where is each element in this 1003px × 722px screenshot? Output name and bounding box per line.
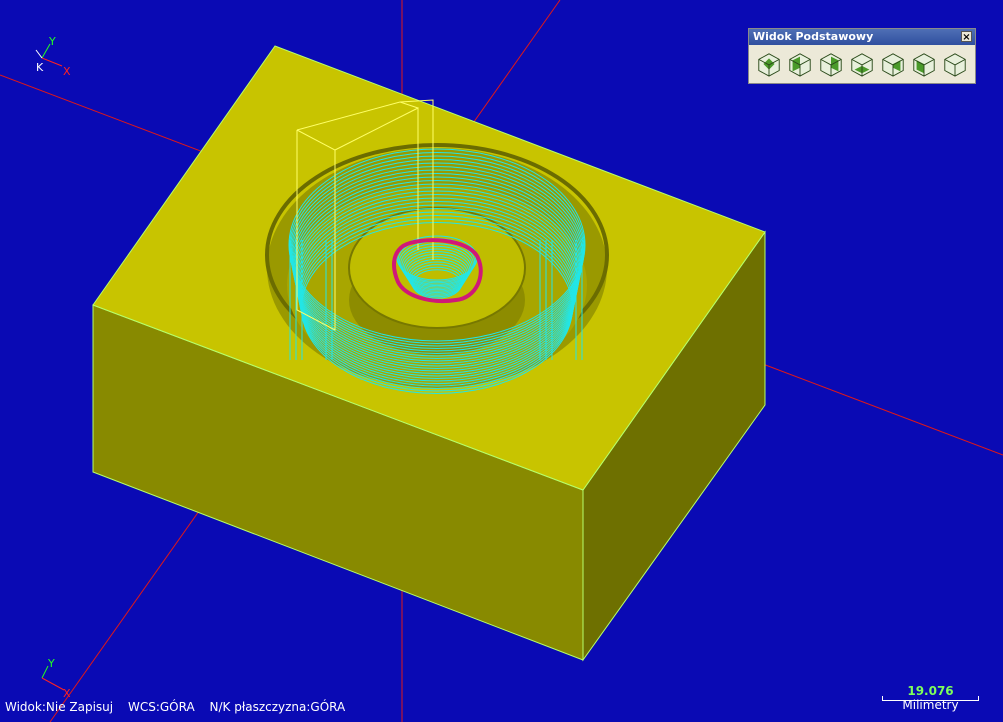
view-left-icon <box>912 52 935 77</box>
close-button[interactable]: × <box>961 31 972 43</box>
status-view: Widok:Nie Zapisuj <box>5 700 114 714</box>
view-buttons <box>749 45 975 78</box>
view-bottom-icon <box>850 52 873 77</box>
scale-unit: Milimetry <box>902 698 959 712</box>
view-isometric-icon <box>943 52 966 77</box>
view-back-icon <box>819 52 842 77</box>
graphics-viewport[interactable]: Y K X Y X <box>0 0 1003 722</box>
status-line: Widok:Nie Zapisuj WCS:GÓRA N/K płaszczyz… <box>5 700 356 714</box>
view-top-icon <box>757 52 780 77</box>
standard-view-toolbar[interactable]: Widok Podstawowy × <box>748 28 976 84</box>
view-button-4[interactable] <box>847 49 876 78</box>
view-button-5[interactable] <box>878 49 907 78</box>
axis-triad-bottom: Y X <box>41 657 71 700</box>
view-button-6[interactable] <box>909 49 938 78</box>
scale-indicator: 19.076 Milimetry <box>882 684 979 714</box>
triad-z-label: K <box>36 61 44 74</box>
triad-bottom-y-label: Y <box>47 657 55 670</box>
axis-triad-top: Y K X <box>35 35 71 78</box>
status-wcs: WCS:GÓRA <box>127 700 195 714</box>
triad-bottom-x-label: X <box>63 687 71 700</box>
view-front-icon <box>788 52 811 77</box>
view-button-2[interactable] <box>785 49 814 78</box>
toolbar-title[interactable]: Widok Podstawowy × <box>749 29 975 45</box>
triad-x-label: X <box>63 65 71 78</box>
view-button-1[interactable] <box>754 49 783 78</box>
scale-value: 19.076 <box>907 684 954 698</box>
view-button-7[interactable] <box>940 49 969 78</box>
toolbar-title-text: Widok Podstawowy <box>753 30 874 43</box>
view-button-3[interactable] <box>816 49 845 78</box>
triad-y-label: Y <box>48 35 56 48</box>
view-right-icon <box>881 52 904 77</box>
status-plane: N/K płaszczyzna:GÓRA <box>209 700 346 714</box>
